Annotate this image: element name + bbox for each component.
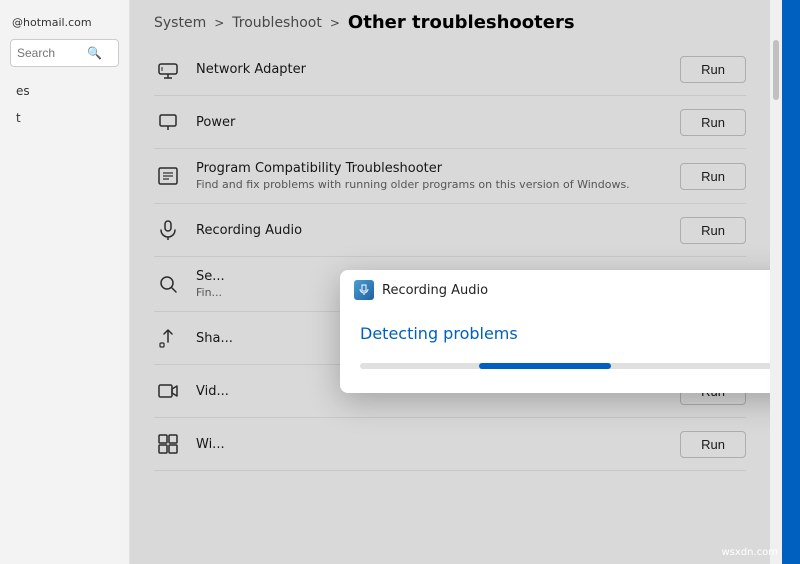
- recording-audio-dialog: Recording Audio × Detecting problems: [340, 270, 770, 393]
- scrollbar-thumb[interactable]: [773, 40, 779, 100]
- watermark: wsxdn.com: [721, 547, 778, 558]
- progress-bar-container: [360, 363, 770, 369]
- modal-body: Detecting problems: [340, 308, 770, 393]
- modal-app-icon: [354, 280, 374, 300]
- scrollbar[interactable]: [770, 0, 782, 564]
- sidebar-nav: es t: [0, 77, 129, 554]
- search-input[interactable]: [17, 46, 87, 60]
- blue-accent-bar: wsxdn.com: [782, 0, 800, 564]
- modal-titlebar: Recording Audio ×: [340, 270, 770, 308]
- sidebar-email: @hotmail.com: [0, 10, 129, 39]
- sidebar-item-label: es: [16, 84, 30, 98]
- sidebar-item-t[interactable]: t: [4, 105, 125, 131]
- modal-overlay: Recording Audio × Detecting problems: [130, 0, 770, 564]
- sidebar-item-label: t: [16, 111, 21, 125]
- search-icon: 🔍: [87, 46, 102, 60]
- modal-title: Recording Audio: [382, 283, 488, 298]
- modal-status-text: Detecting problems: [360, 324, 770, 343]
- sidebar-search-box[interactable]: 🔍: [10, 39, 119, 67]
- sidebar-item-es[interactable]: es: [4, 78, 125, 104]
- main-content: System > Troubleshoot > Other troublesho…: [130, 0, 770, 564]
- sidebar: @hotmail.com 🔍 es t: [0, 0, 130, 564]
- progress-bar-fill: [479, 363, 611, 369]
